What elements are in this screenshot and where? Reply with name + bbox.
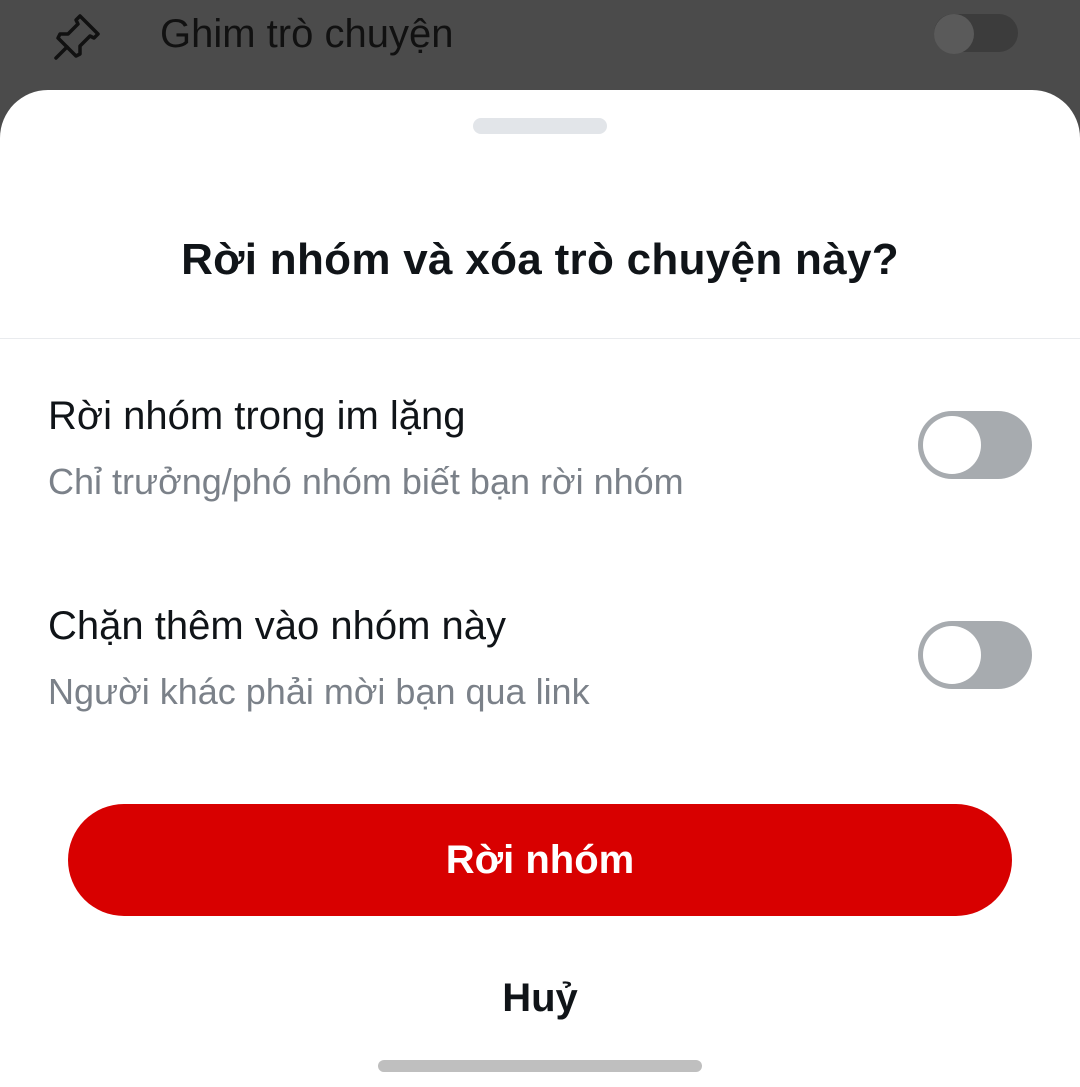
toggle-knob	[923, 416, 981, 474]
toggle-knob	[923, 626, 981, 684]
pin-icon	[54, 14, 100, 60]
cancel-button[interactable]: Huỷ	[390, 962, 690, 1034]
leave-group-button[interactable]: Rời nhóm	[68, 804, 1012, 916]
sheet-drag-handle[interactable]	[473, 118, 607, 134]
background-pin-label: Ghim trò chuyện	[160, 12, 454, 56]
option-silent-leave-title: Rời nhóm trong im lặng	[48, 394, 466, 438]
sheet-title: Rời nhóm và xóa trò chuyện này?	[181, 235, 899, 284]
block-add-toggle[interactable]	[918, 621, 1032, 689]
background-toggle-knob	[934, 14, 974, 54]
home-indicator	[378, 1060, 702, 1072]
leave-group-sheet: Rời nhóm và xóa trò chuyện này? Rời nhóm…	[0, 90, 1080, 1087]
option-block-add-subtitle: Người khác phải mời bạn qua link	[48, 671, 590, 712]
option-silent-leave-subtitle: Chỉ trưởng/phó nhóm biết bạn rời nhóm	[48, 461, 684, 502]
title-divider	[0, 338, 1080, 339]
option-block-add-title: Chặn thêm vào nhóm này	[48, 604, 507, 648]
silent-leave-toggle[interactable]	[918, 411, 1032, 479]
background-pin-row: Ghim trò chuyện	[0, 0, 1080, 90]
background-pin-toggle	[934, 14, 1018, 54]
